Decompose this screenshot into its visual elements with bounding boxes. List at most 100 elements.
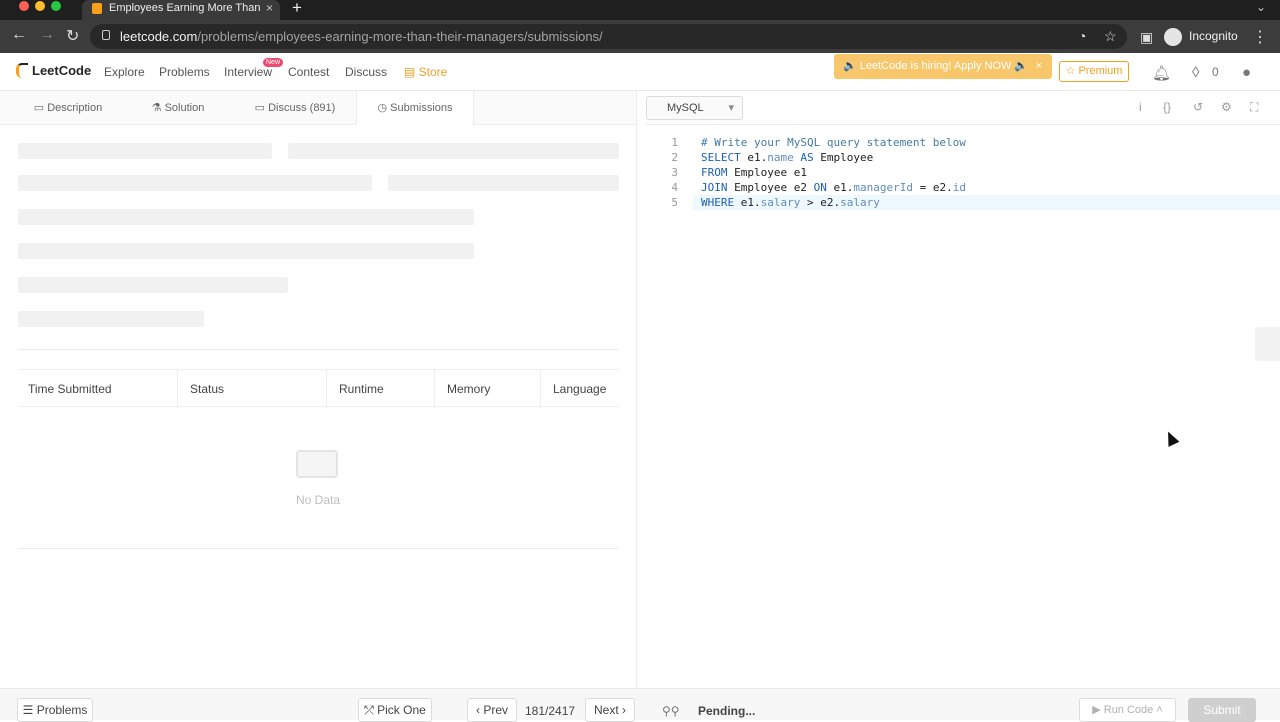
code-editor[interactable]: # Write your MySQL query statement below… xyxy=(693,126,1280,686)
run-code-button[interactable]: ▶ Run Code ˄ xyxy=(1079,698,1176,722)
loading-skeleton-bar xyxy=(18,143,272,159)
notification-bell-icon[interactable]: 🔔︎ xyxy=(1152,64,1171,82)
code-editor-panel: MySQL ▾ i {} ↺ ⚙ ⛶ 1 2 3 4 5 # Write your… xyxy=(646,91,1280,688)
browser-tab-bar: Employees Earning More Than × + ⌄ xyxy=(0,0,1280,20)
url-field[interactable]: leetcode.com/problems/employees-earning-… xyxy=(90,24,1127,49)
leetcode-logo-icon xyxy=(16,63,28,78)
reset-icon[interactable]: ↺ xyxy=(1193,100,1203,114)
loading-skeleton-bar xyxy=(288,143,619,159)
fullscreen-icon[interactable]: ⛶ xyxy=(1250,100,1258,115)
chevron-down-icon: ▾ xyxy=(728,102,734,114)
loading-skeleton-bar xyxy=(18,175,372,191)
url-domain: leetcode.com xyxy=(120,29,198,44)
problem-tabs: ▭ Description ⚗ Solution ▭ Discuss (891)… xyxy=(0,91,636,125)
code-line[interactable]: WHERE e1.salary > e2.salary xyxy=(693,195,1280,210)
leetcode-navbar: LeetCode Explore Problems Interview New … xyxy=(0,53,1280,91)
nav-interview[interactable]: Interview xyxy=(224,65,272,79)
leetcode-favicon-icon xyxy=(92,3,102,14)
leetcode-logo[interactable]: LeetCode xyxy=(16,63,91,78)
nav-store[interactable]: ▤ Store xyxy=(404,65,447,79)
close-window-dot[interactable] xyxy=(19,1,29,11)
nav-contest[interactable]: Contest xyxy=(288,65,329,79)
clock-icon: ◷ xyxy=(377,102,391,114)
section-divider xyxy=(18,349,618,350)
premium-button[interactable]: ☆ Premium xyxy=(1059,61,1129,82)
loading-skeleton-bar xyxy=(18,311,204,327)
column-status[interactable]: Status xyxy=(180,370,327,408)
maximize-window-dot[interactable] xyxy=(51,1,61,11)
new-tab-icon[interactable]: + xyxy=(292,0,302,18)
user-avatar-icon[interactable]: ● xyxy=(1242,64,1251,81)
forward-arrow-icon[interactable]: → xyxy=(39,26,55,44)
problems-list-button[interactable]: ☰ Problems xyxy=(17,698,93,722)
left-panel: ▭ Description ⚗ Solution ▭ Discuss (891)… xyxy=(0,91,637,688)
line-number: 4 xyxy=(671,181,678,194)
banner-close-icon[interactable]: × xyxy=(1036,54,1042,79)
next-button[interactable]: Next › xyxy=(585,698,635,722)
hiring-banner[interactable]: 🔈 LeetCode is hiring! Apply NOW 🔈 × xyxy=(834,54,1052,79)
loading-skeleton-bar xyxy=(18,209,474,225)
column-language[interactable]: Language xyxy=(543,370,618,408)
side-panel-icon[interactable]: ▣ xyxy=(1140,29,1153,46)
incognito-profile[interactable]: Incognito xyxy=(1164,25,1248,48)
format-braces-icon[interactable]: {} xyxy=(1163,100,1171,114)
tab-description[interactable]: ▭ Description xyxy=(18,91,118,125)
code-line[interactable]: JOIN Employee e2 ON e1.managerId = e2.id xyxy=(693,180,1280,195)
pending-status: Pending... xyxy=(698,704,756,718)
store-icon: ▤ xyxy=(404,65,419,79)
nav-discuss[interactable]: Discuss xyxy=(345,65,387,79)
column-memory[interactable]: Memory xyxy=(437,370,541,408)
settings-icon[interactable]: ⚙ xyxy=(1221,100,1232,114)
back-arrow-icon[interactable]: ← xyxy=(11,26,27,44)
tab-submissions[interactable]: ◷ Submissions xyxy=(356,91,474,125)
url-path: /problems/employees-earning-more-than-th… xyxy=(197,29,603,44)
code-line[interactable]: # Write your MySQL query statement below xyxy=(693,135,1280,150)
streak-count: 0 xyxy=(1212,65,1219,79)
column-time-submitted[interactable]: Time Submitted xyxy=(18,370,178,408)
line-number: 5 xyxy=(671,196,678,209)
lock-icon xyxy=(102,30,110,40)
nav-problems[interactable]: Problems xyxy=(159,65,210,79)
console-people-icon: ⚲⚲ xyxy=(662,704,680,718)
editor-toolbar: MySQL ▾ i {} ↺ ⚙ ⛶ xyxy=(646,91,1280,125)
language-select[interactable]: MySQL ▾ xyxy=(646,96,743,120)
eye-off-icon[interactable]: ◔ xyxy=(1078,28,1086,44)
active-browser-tab[interactable]: Employees Earning More Than × xyxy=(82,0,280,20)
tab-list-chevron-icon[interactable]: ⌄ xyxy=(1256,0,1266,14)
submit-button[interactable]: Submit xyxy=(1188,698,1256,722)
info-icon[interactable]: i xyxy=(1139,100,1142,114)
reload-icon[interactable]: ↻ xyxy=(66,26,79,46)
loading-skeleton-bar xyxy=(388,175,619,191)
solution-icon: ⚗ xyxy=(151,102,165,114)
submissions-table-header: Time Submitted Status Runtime Memory Lan… xyxy=(18,369,618,408)
discuss-icon: ▭ xyxy=(254,102,269,114)
address-bar: ← → ↻ leetcode.com/problems/employees-ea… xyxy=(0,20,1280,53)
side-panel-tab[interactable] xyxy=(1255,327,1280,361)
new-badge: New xyxy=(263,58,284,67)
tab-discuss[interactable]: ▭ Discuss (891) xyxy=(240,91,350,125)
line-number: 2 xyxy=(671,151,678,164)
streak-flame-icon[interactable]: ◊ xyxy=(1192,64,1199,81)
code-line[interactable]: FROM Employee e1 xyxy=(693,165,1280,180)
problem-page-indicator: 181/2417 xyxy=(525,704,576,718)
bookmark-star-icon[interactable]: ☆ xyxy=(1104,28,1117,45)
pick-one-button[interactable]: ⤱ Pick One xyxy=(358,698,432,722)
profile-label: Incognito xyxy=(1189,29,1238,43)
line-number: 1 xyxy=(671,136,678,149)
nav-explore[interactable]: Explore xyxy=(104,65,145,79)
loading-skeleton-bar xyxy=(18,277,288,293)
tab-solution[interactable]: ⚗ Solution xyxy=(128,91,228,125)
tab-title: Employees Earning More Than xyxy=(109,2,261,14)
loading-skeleton-bar xyxy=(18,243,474,259)
empty-inbox-icon xyxy=(296,450,338,478)
table-bottom-divider xyxy=(18,548,618,549)
description-icon: ▭ xyxy=(33,102,48,114)
footer-bar: ☰ Problems ⤱ Pick One ‹ Prev 181/2417 Ne… xyxy=(0,688,1280,722)
code-line[interactable]: SELECT e1.name AS Employee xyxy=(693,150,1280,165)
tab-close-icon[interactable]: × xyxy=(266,0,273,17)
column-runtime[interactable]: Runtime xyxy=(329,370,435,408)
prev-button[interactable]: ‹ Prev xyxy=(467,698,517,722)
empty-state-text: No Data xyxy=(296,493,341,507)
minimize-window-dot[interactable] xyxy=(35,1,45,11)
browser-menu-icon[interactable]: ⋮ xyxy=(1252,27,1268,47)
